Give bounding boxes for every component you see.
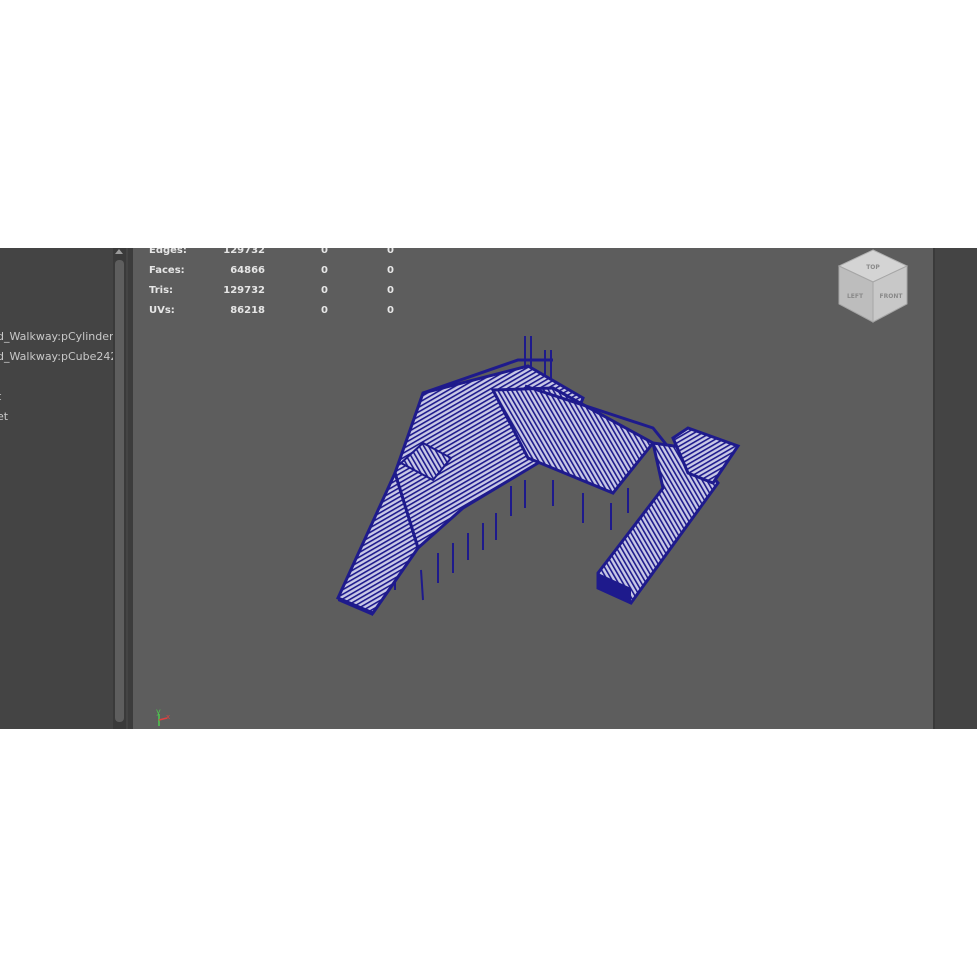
walkway-wireframe-model	[335, 336, 741, 616]
outliner-item-3[interactable]: t	[0, 390, 1, 403]
3d-viewport[interactable]: Edges: 129732 0 0 Faces: 64866 0 0 Tris:…	[133, 248, 933, 729]
scroll-up-icon[interactable]	[115, 249, 123, 254]
right-side-panel	[933, 248, 977, 729]
outliner-item-4[interactable]: et	[0, 410, 8, 423]
scroll-thumb[interactable]	[115, 260, 124, 722]
outliner-item-pcylinder6[interactable]: d_Walkway:pCylinder6	[0, 330, 121, 343]
viewcube-left-label[interactable]: LEFT	[847, 293, 864, 300]
axis-gizmo-icon: y x	[151, 706, 175, 729]
outliner-panel: d_Walkway:pCylinder6 d_Walkway:pCube242 …	[0, 248, 128, 729]
viewcube-top-label[interactable]: TOP	[866, 264, 880, 271]
axis-x-label: x	[166, 713, 170, 721]
viewcube-front-label[interactable]: FRONT	[880, 293, 904, 300]
outliner-item-pcube242[interactable]: d_Walkway:pCube242	[0, 350, 117, 363]
axis-y-label: y	[156, 707, 161, 716]
maya-window: d_Walkway:pCylinder6 d_Walkway:pCube242 …	[0, 248, 977, 729]
outliner-scrollbar[interactable]	[113, 248, 126, 729]
view-cube[interactable]: TOP LEFT FRONT	[833, 248, 913, 332]
